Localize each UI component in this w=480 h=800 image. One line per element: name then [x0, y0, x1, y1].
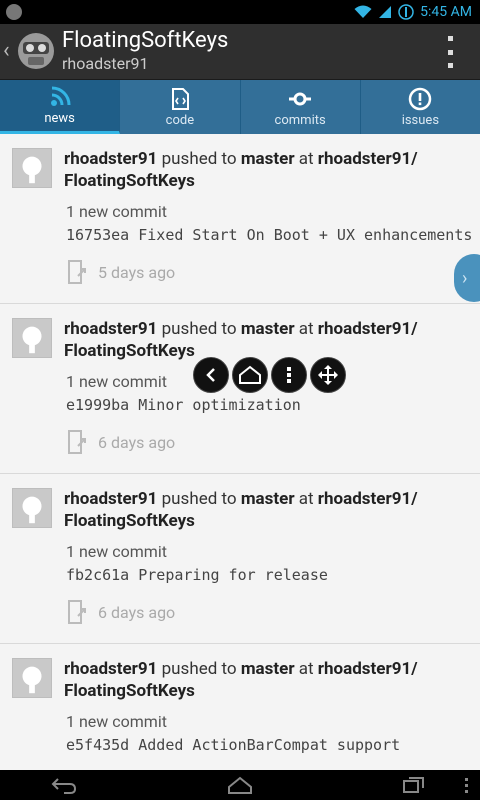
- commit-message[interactable]: e1999ba Minor optimization: [66, 396, 301, 414]
- rss-icon: [50, 86, 71, 106]
- event-headline: rhoadster91 pushed to master at rhoadste…: [64, 488, 464, 532]
- move-arrows-icon: [318, 365, 338, 385]
- status-time: 5:45 AM: [420, 4, 472, 20]
- tab-issues-label: issues: [401, 112, 440, 128]
- event-branch: master: [240, 489, 295, 509]
- event-headline: rhoadster91 pushed to master at rhoadste…: [64, 148, 464, 192]
- event-time: 5 days ago: [98, 262, 176, 282]
- event-at: at: [298, 659, 314, 679]
- back-chevron-icon: [206, 368, 215, 382]
- notification-icon: [6, 4, 22, 20]
- list-item[interactable]: rhoadster91 pushed to master at rhoadste…: [0, 644, 480, 770]
- nav-overflow-icon[interactable]: [456, 775, 476, 795]
- event-repo-name[interactable]: FloatingSoftKeys: [64, 511, 195, 531]
- event-user[interactable]: rhoadster91: [64, 319, 157, 339]
- event-branch: master: [240, 319, 295, 339]
- event-repo[interactable]: rhoadster91/: [318, 659, 418, 679]
- menu-key-button[interactable]: [271, 357, 307, 393]
- commit-icon: [289, 92, 312, 105]
- commit-count: 1 new commit: [66, 372, 167, 391]
- wifi-icon: [354, 5, 372, 18]
- github-avatar-icon: [12, 148, 52, 188]
- event-at: at: [298, 319, 314, 339]
- github-avatar-icon: [12, 658, 52, 698]
- app-logo-icon[interactable]: [14, 29, 58, 73]
- event-repo[interactable]: rhoadster91/: [318, 489, 418, 509]
- event-at: at: [298, 489, 314, 509]
- event-time-row: 5 days ago: [66, 260, 175, 284]
- commit-message[interactable]: e5f435d Added ActionBarCompat support: [66, 736, 400, 754]
- event-action: pushed to: [161, 659, 237, 679]
- event-user[interactable]: rhoadster91: [64, 659, 157, 679]
- tab-news-label: news: [44, 111, 75, 126]
- home-icon: [239, 365, 261, 384]
- commit-count: 1 new commit: [66, 202, 167, 221]
- event-time: 6 days ago: [98, 602, 176, 622]
- status-bar: 5:45 AM: [0, 0, 480, 24]
- push-icon: [68, 600, 86, 624]
- event-action: pushed to: [161, 149, 237, 169]
- home-key-button[interactable]: [232, 357, 268, 393]
- event-branch: master: [240, 149, 295, 169]
- tab-code-label: code: [165, 112, 195, 128]
- event-action: pushed to: [161, 489, 237, 509]
- list-item[interactable]: rhoadster91 pushed to master at rhoadste…: [0, 134, 480, 304]
- github-avatar-icon: [12, 318, 52, 358]
- tab-issues[interactable]: issues: [360, 80, 480, 134]
- event-at: at: [298, 149, 314, 169]
- system-nav-bar: [0, 770, 480, 800]
- tab-bar: news code commits issues: [0, 80, 480, 134]
- event-time-row: 6 days ago: [66, 600, 175, 624]
- battery-icon: [398, 4, 414, 20]
- up-caret-icon[interactable]: ‹: [3, 38, 10, 63]
- push-icon: [68, 260, 86, 284]
- event-repo[interactable]: rhoadster91/: [318, 149, 418, 169]
- app-title: FloatingSoftKeys: [62, 28, 229, 53]
- news-feed-list: rhoadster91 pushed to master at rhoadste…: [0, 134, 480, 770]
- floating-side-handle[interactable]: ›: [454, 254, 480, 302]
- github-avatar-icon: [12, 488, 52, 528]
- signal-icon: [379, 6, 392, 18]
- event-user[interactable]: rhoadster91: [64, 489, 157, 509]
- event-action: pushed to: [161, 319, 237, 339]
- list-item[interactable]: rhoadster91 pushed to master at rhoadste…: [0, 474, 480, 644]
- event-repo[interactable]: rhoadster91/: [318, 319, 418, 339]
- action-bar: ‹ FloatingSoftKeys rhoadster91: [0, 24, 480, 80]
- move-key-button[interactable]: [310, 357, 346, 393]
- event-headline: rhoadster91 pushed to master at rhoadste…: [64, 318, 464, 362]
- nav-recents-icon[interactable]: [400, 775, 428, 795]
- event-repo-name[interactable]: FloatingSoftKeys: [64, 341, 195, 361]
- tab-commits[interactable]: commits: [240, 80, 361, 134]
- event-user[interactable]: rhoadster91: [64, 149, 157, 169]
- issue-icon: [409, 87, 432, 110]
- commit-message[interactable]: fb2c61a Preparing for release: [66, 566, 328, 584]
- event-branch: master: [240, 659, 295, 679]
- app-subtitle: rhoadster91: [62, 54, 149, 73]
- commit-count: 1 new commit: [66, 712, 167, 731]
- push-icon: [68, 430, 86, 454]
- status-right: 5:45 AM: [354, 0, 472, 24]
- code-file-icon: [171, 87, 189, 110]
- event-headline: rhoadster91 pushed to master at rhoadste…: [64, 658, 464, 702]
- back-key-button[interactable]: [193, 357, 229, 393]
- tab-commits-label: commits: [274, 112, 326, 128]
- tab-code[interactable]: code: [120, 80, 241, 134]
- commit-message[interactable]: 16753ea Fixed Start On Boot + UX enhance…: [66, 226, 472, 244]
- event-time-row: 6 days ago: [66, 430, 175, 454]
- tab-news[interactable]: news: [0, 80, 121, 134]
- floating-soft-keys: [193, 357, 346, 393]
- overflow-menu-icon[interactable]: [446, 36, 454, 68]
- chevron-right-icon: ›: [462, 267, 468, 289]
- event-repo-name[interactable]: FloatingSoftKeys: [64, 171, 195, 191]
- commit-count: 1 new commit: [66, 542, 167, 561]
- event-time: 6 days ago: [98, 432, 176, 452]
- nav-back-icon[interactable]: [50, 775, 78, 795]
- nav-home-icon[interactable]: [226, 775, 254, 795]
- menu-dots-icon: [287, 367, 291, 383]
- event-repo-name[interactable]: FloatingSoftKeys: [64, 681, 195, 701]
